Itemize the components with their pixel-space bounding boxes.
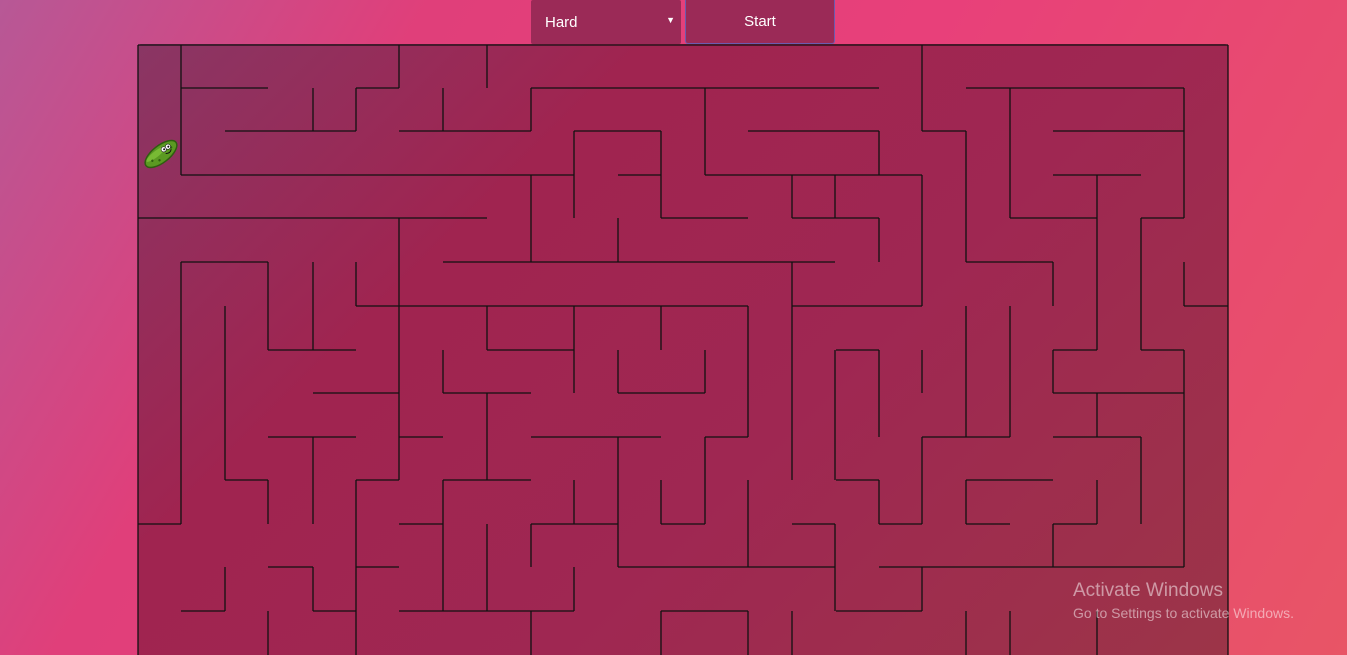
maze-walls: [137, 44, 1229, 655]
watermark-title: Activate Windows: [1073, 580, 1223, 601]
activate-windows-watermark: Activate Windows Go to Settings to activ…: [1073, 580, 1294, 624]
watermark-subtitle: Go to Settings to activate Windows.: [1073, 605, 1294, 621]
pickle-icon: [140, 133, 182, 175]
